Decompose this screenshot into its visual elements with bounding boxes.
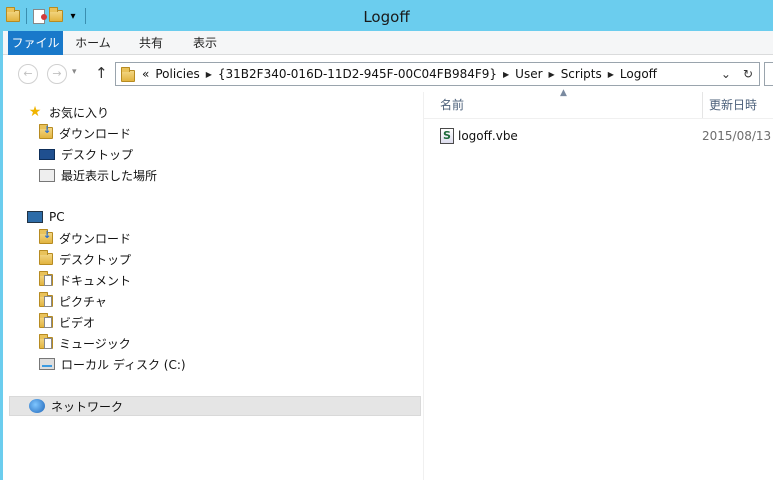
sidebar-item-label: ドキュメント xyxy=(59,273,132,288)
up-arrow-icon[interactable]: ↑ xyxy=(95,64,108,82)
sidebar-item-label: 最近表示した場所 xyxy=(61,168,158,183)
download-folder-icon xyxy=(39,229,53,244)
breadcrumb-separator-icon[interactable]: ▶ xyxy=(608,70,614,79)
tab-home[interactable]: ホーム xyxy=(69,31,117,55)
breadcrumb-separator-icon[interactable]: ▶ xyxy=(503,70,509,79)
sidebar-item-favorites[interactable]: ★ お気に入り xyxy=(27,102,109,122)
breadcrumb-scripts[interactable]: Scripts xyxy=(561,67,602,81)
file-name: logoff.vbe xyxy=(458,129,518,143)
column-header-date[interactable]: 更新日時 xyxy=(702,92,773,118)
local-disk-icon xyxy=(39,358,55,370)
title-bar: ▾ Logoff xyxy=(0,0,773,31)
breadcrumb: « Policies ▶ {31B2F340-016D-11D2-945F-00… xyxy=(142,66,657,82)
breadcrumb-logoff[interactable]: Logoff xyxy=(620,67,657,81)
sidebar-item-label: PC xyxy=(49,210,65,224)
navigation-bar: ← → ▾ ↑ « Policies ▶ {31B2F340-016D-11D2… xyxy=(3,56,773,92)
breadcrumb-guid[interactable]: {31B2F340-016D-11D2-945F-00C04FB984F9} xyxy=(218,67,497,81)
sidebar-item-recent-places[interactable]: 最近表示した場所 xyxy=(39,165,157,185)
forward-button[interactable]: → xyxy=(47,64,67,84)
back-button[interactable]: ← xyxy=(18,64,38,84)
sidebar-item-desktop[interactable]: デスクトップ xyxy=(39,144,133,164)
sidebar-item-label: ピクチャ xyxy=(59,294,107,309)
breadcrumb-separator-icon[interactable]: ▶ xyxy=(206,70,212,79)
music-folder-icon xyxy=(39,334,53,349)
computer-icon xyxy=(27,211,43,223)
breadcrumb-separator-icon[interactable]: ▶ xyxy=(549,70,555,79)
star-icon: ★ xyxy=(28,104,42,120)
sidebar-item-label: ダウンロード xyxy=(59,231,132,246)
refresh-icon[interactable]: ↻ xyxy=(743,67,753,81)
sidebar-item-pc[interactable]: PC xyxy=(27,207,65,227)
address-actions: ⌄ ↻ xyxy=(721,67,753,81)
pictures-folder-icon xyxy=(39,292,53,307)
vbscript-file-icon xyxy=(440,128,454,144)
sidebar-item-label: ミュージック xyxy=(59,336,131,351)
tab-view[interactable]: 表示 xyxy=(179,31,231,55)
sidebar-item-pc-pictures[interactable]: ピクチャ xyxy=(39,291,107,311)
download-folder-icon xyxy=(39,124,53,139)
desktop-icon xyxy=(39,148,55,160)
address-history-chevron-down-icon[interactable]: ⌄ xyxy=(721,67,731,81)
navigation-pane: ★ お気に入り ダウンロード デスクトップ 最近表示した場所 PC ダウンロード… xyxy=(3,92,423,480)
recent-locations-chevron-down-icon[interactable]: ▾ xyxy=(72,67,77,77)
videos-folder-icon xyxy=(39,313,53,328)
sidebar-item-pc-documents[interactable]: ドキュメント xyxy=(39,270,131,290)
sidebar-item-local-disk[interactable]: ローカル ディスク (C:) xyxy=(39,354,186,374)
sidebar-item-network[interactable]: ネットワーク xyxy=(9,396,421,416)
sidebar-item-label: デスクトップ xyxy=(59,252,132,267)
breadcrumb-overflow[interactable]: « xyxy=(142,67,149,81)
desktop-folder-icon xyxy=(39,250,53,265)
sidebar-item-pc-downloads[interactable]: ダウンロード xyxy=(39,228,131,248)
sidebar-item-label: ネットワーク xyxy=(51,399,124,414)
tab-file[interactable]: ファイル xyxy=(8,31,63,55)
sidebar-item-label: デスクトップ xyxy=(61,147,134,162)
sidebar-item-pc-videos[interactable]: ビデオ xyxy=(39,312,95,332)
header-divider xyxy=(424,118,773,119)
column-header-name[interactable]: 名前 xyxy=(440,92,695,118)
documents-folder-icon xyxy=(39,271,53,286)
sidebar-item-downloads[interactable]: ダウンロード xyxy=(39,123,131,143)
search-input[interactable] xyxy=(764,62,773,86)
sidebar-item-label: ビデオ xyxy=(59,315,96,330)
sidebar-item-label: お気に入り xyxy=(49,105,110,120)
file-date: 2015/08/13 xyxy=(702,129,772,143)
recent-places-icon xyxy=(39,168,55,182)
sidebar-item-pc-music[interactable]: ミュージック xyxy=(39,333,131,353)
network-icon xyxy=(29,399,45,413)
breadcrumb-user[interactable]: User xyxy=(515,67,542,81)
list-item[interactable]: logoff.vbe xyxy=(440,126,518,146)
sidebar-item-pc-desktop[interactable]: デスクトップ xyxy=(39,249,131,269)
window-title: Logoff xyxy=(363,8,410,26)
breadcrumb-policies[interactable]: Policies xyxy=(155,67,199,81)
sidebar-item-label: ローカル ディスク (C:) xyxy=(61,357,186,372)
file-list: ▲ 名前 更新日時 logoff.vbe 2015/08/13 xyxy=(424,88,773,480)
sidebar-item-label: ダウンロード xyxy=(59,126,132,141)
tab-share[interactable]: 共有 xyxy=(127,31,175,55)
address-bar[interactable]: « Policies ▶ {31B2F340-016D-11D2-945F-00… xyxy=(115,62,760,86)
ribbon-tabs: ファイル ホーム 共有 表示 xyxy=(3,31,773,55)
address-folder-icon xyxy=(121,67,135,82)
